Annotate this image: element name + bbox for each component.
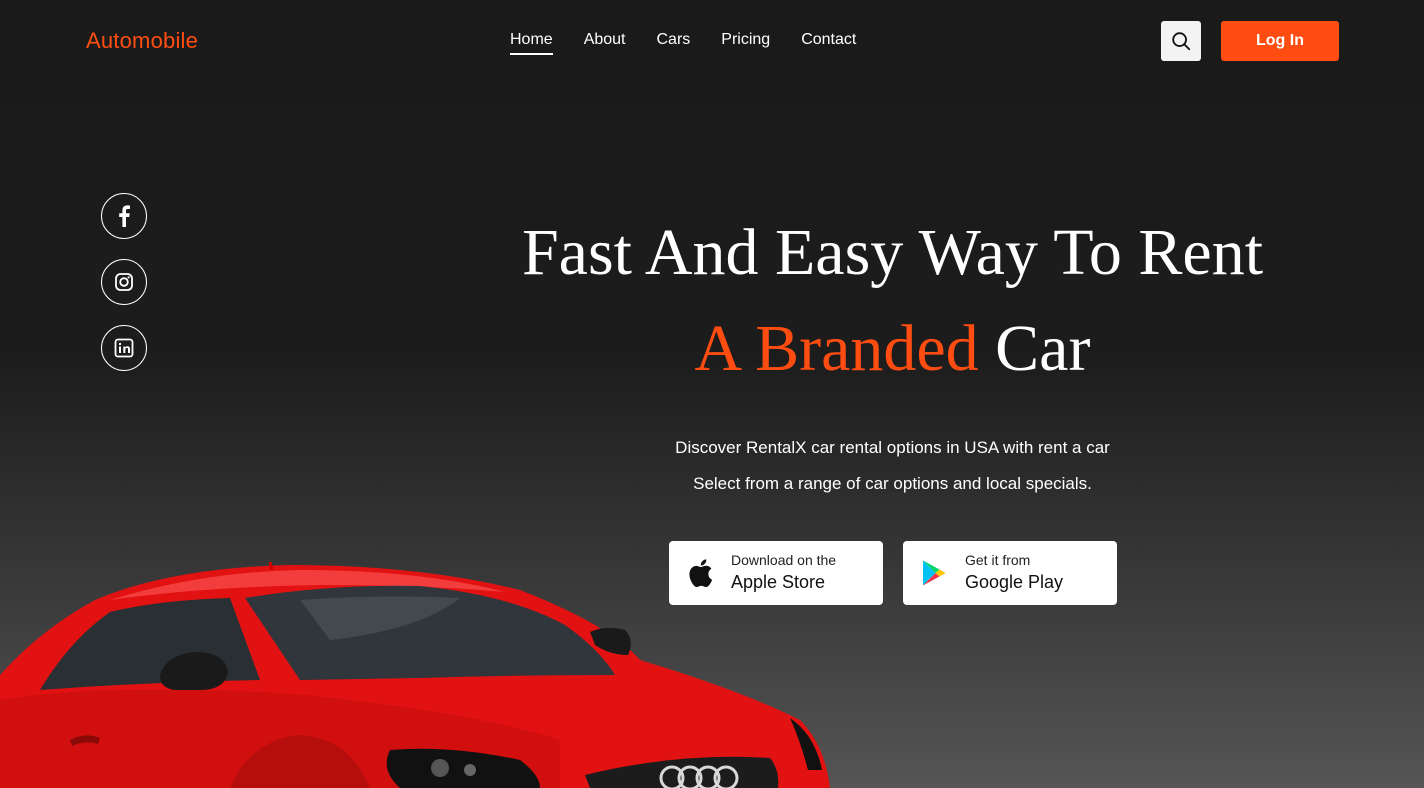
linkedin-icon xyxy=(114,338,134,358)
header: Automobile Home About Cars Pricing Conta… xyxy=(0,0,1424,82)
google-play-label: Google Play xyxy=(965,572,1064,592)
google-play-icon xyxy=(923,560,946,586)
hero-desc-line1: Discover RentalX car rental options in U… xyxy=(675,438,1110,457)
red-car-image xyxy=(0,561,830,788)
facebook-icon xyxy=(119,205,130,227)
search-button[interactable] xyxy=(1161,21,1201,61)
hero-description: Discover RentalX car rental options in U… xyxy=(530,430,1255,502)
hero-title: Fast And Easy Way To Rent A Branded Car xyxy=(430,205,1355,397)
hero-title-end: Car xyxy=(995,312,1091,385)
facebook-link[interactable] xyxy=(101,193,147,239)
hero-title-accent: A Branded xyxy=(694,312,979,385)
hero-title-line1: Fast And Easy Way To Rent xyxy=(521,216,1264,289)
main-nav: Home About Cars Pricing Contact xyxy=(510,31,887,55)
instagram-icon xyxy=(115,273,133,291)
logo[interactable]: Automobile xyxy=(86,28,198,54)
google-play-button[interactable]: Get it from Google Play xyxy=(903,541,1117,605)
login-button[interactable]: Log In xyxy=(1221,21,1339,61)
nav-home[interactable]: Home xyxy=(510,31,553,55)
hero-desc-line2: Select from a range of car options and l… xyxy=(693,474,1092,493)
nav-about[interactable]: About xyxy=(584,31,626,55)
google-play-small-label: Get it from xyxy=(965,552,1031,568)
social-links xyxy=(101,193,147,391)
search-icon xyxy=(1172,32,1191,51)
nav-cars[interactable]: Cars xyxy=(657,31,691,55)
nav-pricing[interactable]: Pricing xyxy=(721,31,770,55)
instagram-link[interactable] xyxy=(101,259,147,305)
nav-contact[interactable]: Contact xyxy=(801,31,856,55)
linkedin-link[interactable] xyxy=(101,325,147,371)
